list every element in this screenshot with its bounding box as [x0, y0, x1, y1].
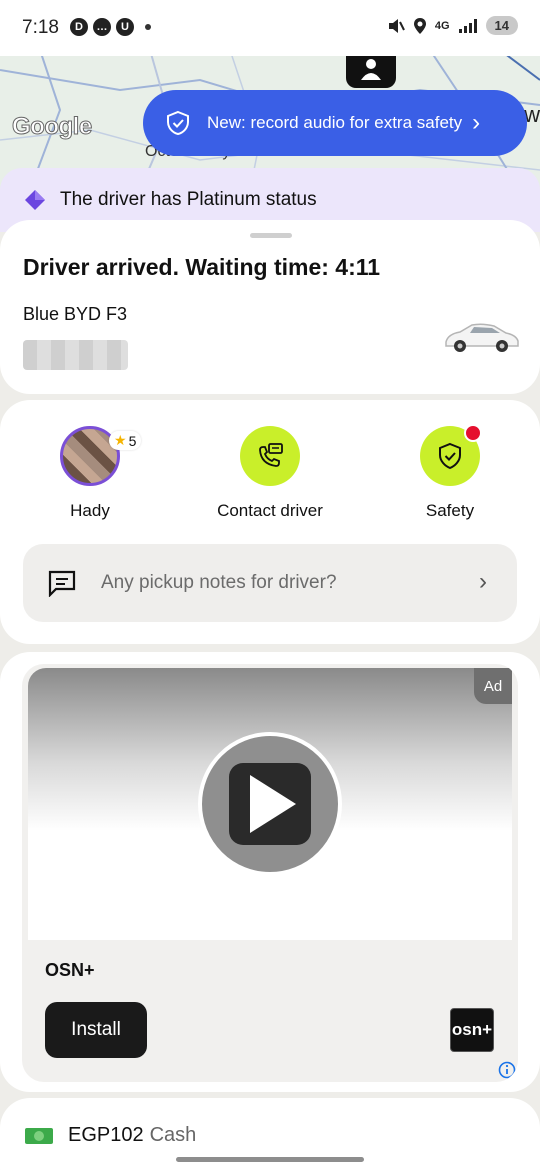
chevron-right-icon: ›: [479, 568, 487, 595]
sheet-drag-handle[interactable]: [250, 233, 292, 238]
chevron-right-icon: ›: [472, 109, 481, 136]
message-icon: [48, 570, 76, 597]
ad-info-icon[interactable]: [498, 1061, 516, 1079]
payment-method: Cash: [149, 1124, 197, 1146]
platinum-text: The driver has Platinum status: [60, 189, 317, 210]
mute-icon: [388, 18, 405, 33]
ad-app-name: OSN+: [45, 960, 95, 980]
pickup-notes-button[interactable]: Any pickup notes for driver? ›: [23, 544, 517, 622]
status-time: 7:18: [22, 17, 59, 38]
ride-screen: Google New October city 7:18 D … U 4G 14…: [0, 0, 540, 1170]
driver-profile-action[interactable]: ★ 5 Hady: [20, 426, 160, 521]
ad-tag: Ad: [474, 668, 512, 704]
network-type: 4G: [434, 19, 450, 32]
diamond-icon: [25, 190, 45, 210]
ad-container: Ad OSN+ Install osn+: [22, 664, 518, 1082]
cash-icon: [25, 1128, 53, 1144]
contact-driver-label: Contact driver: [217, 501, 323, 520]
play-icon: [250, 775, 296, 833]
driver-actions-card: ★ 5 Hady Contact driver Safety Any picku…: [0, 400, 540, 644]
notification-icons: D … U: [70, 18, 151, 36]
osn-logo: osn+: [450, 1008, 494, 1052]
safety-alert-dot: [464, 424, 482, 442]
home-indicator[interactable]: [176, 1157, 364, 1162]
safety-button[interactable]: Safety: [380, 424, 520, 521]
contact-driver-circle: [240, 426, 300, 486]
ad-video[interactable]: Ad: [28, 668, 512, 940]
fare-row: EGP102 Cash: [68, 1124, 196, 1147]
signal-icon: [458, 18, 477, 33]
battery-indicator: 14: [485, 16, 518, 35]
more-notifications-icon: [145, 24, 151, 30]
safety-label: Safety: [425, 501, 475, 520]
driver-rating: 5: [128, 432, 137, 449]
trip-status-card: Driver arrived. Waiting time: 4:11 Blue …: [0, 220, 540, 394]
driver-name: Hady: [70, 501, 110, 520]
location-icon: [413, 17, 426, 34]
safety-banner-text: New: record audio for extra safety: [207, 113, 463, 132]
safety-shield-icon: [439, 442, 461, 470]
license-plate-redacted: [23, 340, 128, 370]
safety-audio-banner[interactable]: New: record audio for extra safety ›: [143, 90, 527, 156]
driver-rating-badge: ★ 5: [109, 431, 142, 450]
car-model: Blue BYD F3: [23, 304, 128, 324]
pickup-notes-placeholder: Any pickup notes for driver?: [101, 572, 337, 593]
chat-notification-icon: …: [93, 18, 111, 36]
trip-status-title: Driver arrived. Waiting time: 4:11: [23, 254, 381, 280]
app-thumbnail: [229, 763, 311, 845]
status-bar: 7:18 D … U 4G 14: [0, 0, 540, 56]
phone-chat-icon: [259, 443, 283, 467]
battery-level: 14: [494, 18, 509, 33]
ad-card: Ad OSN+ Install osn+: [0, 652, 540, 1092]
fare-amount: EGP102: [68, 1124, 144, 1146]
shield-notification-icon: U: [116, 18, 134, 36]
safety-circle: [420, 424, 482, 486]
install-button[interactable]: Install: [45, 1002, 147, 1058]
car-icon: [445, 323, 519, 352]
system-icons: 4G 14: [387, 16, 518, 35]
star-icon: ★: [114, 432, 127, 448]
driver-avatar: ★ 5: [60, 426, 142, 486]
google-attribution: Google: [12, 113, 93, 141]
contact-driver-button[interactable]: Contact driver: [200, 426, 340, 521]
play-button[interactable]: [198, 732, 342, 876]
shield-check-icon: [167, 110, 189, 136]
app-notification-icon: D: [70, 18, 88, 36]
